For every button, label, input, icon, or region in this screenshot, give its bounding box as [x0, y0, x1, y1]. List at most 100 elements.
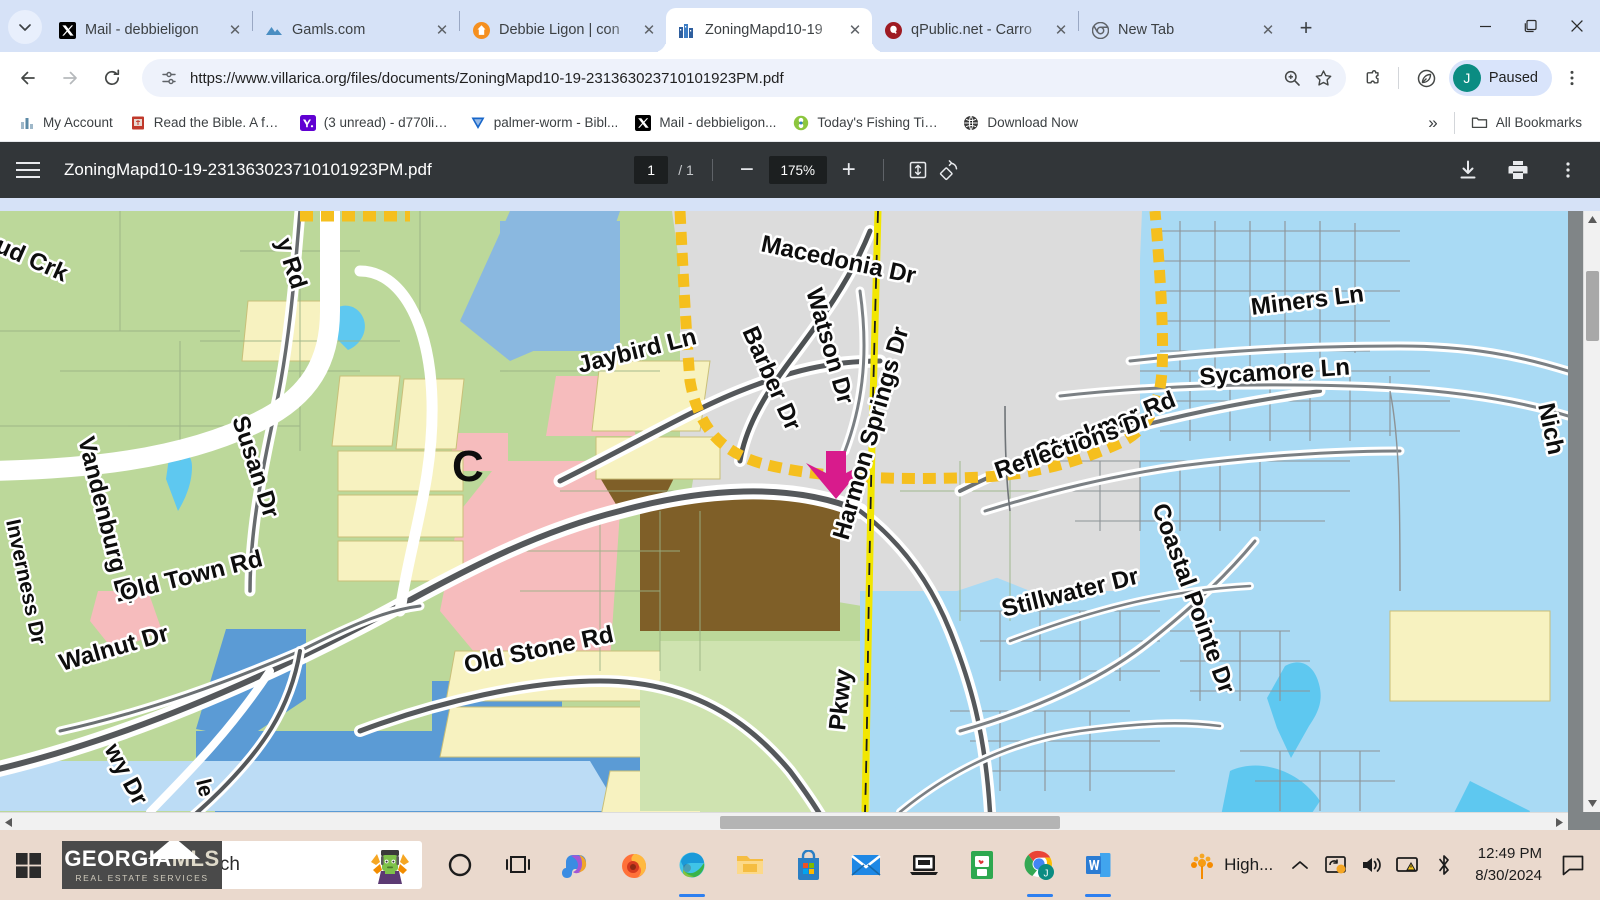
minimize-button[interactable]	[1462, 5, 1508, 47]
edge-icon	[679, 852, 705, 878]
taskbar-item-edge[interactable]	[664, 830, 720, 900]
close-window-button[interactable]	[1554, 5, 1600, 47]
tab-search-button[interactable]	[8, 10, 42, 44]
laptop-icon	[910, 855, 938, 875]
bookmark-my-account[interactable]: My Account	[10, 109, 121, 137]
bookmark-todays-fishing-times[interactable]: Today's Fishing Tim...	[784, 109, 954, 137]
profile-button[interactable]: J Paused	[1448, 60, 1552, 96]
tab-zoning-map[interactable]: ZoningMapd10-19 ✕	[666, 8, 872, 52]
pdf-horizontal-scrollbar[interactable]	[0, 812, 1568, 830]
bookmarks-overflow-button[interactable]: »	[1420, 109, 1445, 137]
fit-to-page-icon[interactable]	[902, 154, 934, 186]
reload-button[interactable]	[94, 60, 130, 96]
zoom-magnifier-icon[interactable]	[1276, 62, 1308, 94]
extensions-puzzle-icon[interactable]	[1354, 60, 1390, 96]
bookmark-yahoo-mail[interactable]: (3 unread) - d770lig...	[291, 109, 461, 137]
all-bookmarks-button[interactable]: All Bookmarks	[1463, 109, 1590, 137]
horizontal-scroll-thumb[interactable]	[720, 816, 1060, 829]
scroll-left-arrow[interactable]	[0, 813, 17, 830]
tab-mail[interactable]: Mail - debbieligon ✕	[46, 8, 252, 52]
svg-text:J: J	[1044, 869, 1049, 880]
taskbar-item-file-explorer[interactable]	[722, 830, 778, 900]
vertical-scroll-thumb[interactable]	[1586, 271, 1599, 341]
bookmark-read-the-bible[interactable]: Read the Bible. A fre...	[121, 109, 291, 137]
pdf-right-controls	[1452, 154, 1584, 186]
taskbar-item-task-view[interactable]	[490, 830, 546, 900]
chrome-menu-button[interactable]	[1554, 60, 1590, 96]
download-icon[interactable]	[1452, 154, 1484, 186]
zoom-level-input[interactable]: 175%	[768, 156, 827, 184]
new-tab-button[interactable]: +	[1291, 13, 1321, 43]
bookmark-mail-debbieligon[interactable]: Mail - debbieligon...	[626, 109, 784, 137]
taskbar-clock[interactable]: 12:49 PM 8/30/2024	[1463, 843, 1554, 887]
bookmark-download-now[interactable]: Download Now	[954, 109, 1086, 137]
taskbar-item-cortana[interactable]	[432, 830, 488, 900]
tab-close-button[interactable]: ✕	[844, 19, 866, 41]
taskbar-item-microsoft-store[interactable]	[780, 830, 836, 900]
back-button[interactable]	[10, 60, 46, 96]
tray-display-warning[interactable]	[1391, 830, 1425, 900]
tab-close-button[interactable]: ✕	[431, 19, 453, 41]
tray-expand-button[interactable]	[1283, 830, 1317, 900]
memory-saver-leaf-icon[interactable]	[1409, 60, 1445, 96]
windows-start-icon	[16, 853, 41, 878]
pdf-page-viewport[interactable]: C ud Crk y Rd Susan Dr Vandenburg Dr Inv…	[0, 211, 1600, 830]
tab-title: Mail - debbieligon	[85, 22, 199, 38]
taskbar-item-solitaire[interactable]	[954, 830, 1010, 900]
taskbar-item-word[interactable]	[1070, 830, 1126, 900]
taskbar-item-highlight[interactable]: High...	[1180, 850, 1281, 880]
bookmark-label: palmer-worm - Bibl...	[493, 115, 619, 130]
tab-close-button[interactable]: ✕	[638, 19, 660, 41]
tab-new-tab[interactable]: New Tab ✕	[1079, 8, 1285, 52]
file-explorer-icon	[737, 856, 763, 874]
zoom-in-button[interactable]: +	[833, 154, 865, 186]
bookmark-palmer-worm[interactable]: palmer-worm - Bibl...	[461, 109, 627, 137]
taskbar-search-input[interactable]: Type here to search	[62, 841, 422, 889]
bookmark-label: Download Now	[987, 115, 1079, 130]
tray-bluetooth[interactable]	[1427, 830, 1461, 900]
volume-icon	[1363, 858, 1382, 872]
yahoo-mail-icon	[299, 114, 317, 132]
fishing-icon	[792, 114, 810, 132]
bookmark-label: Mail - debbieligon...	[659, 115, 777, 130]
hamburger-menu-icon[interactable]	[16, 153, 50, 187]
folder-icon	[1471, 114, 1489, 132]
scroll-right-arrow[interactable]	[1551, 813, 1568, 830]
taskbar-item-firefox[interactable]	[606, 830, 662, 900]
taskbar-item-chrome[interactable]: J	[1012, 830, 1068, 900]
maximize-restore-button[interactable]	[1508, 5, 1554, 47]
rotate-icon[interactable]	[934, 154, 966, 186]
zoning-map-image[interactable]: C ud Crk y Rd Susan Dr Vandenburg Dr Inv…	[0, 211, 1568, 812]
tune-site-settings-icon[interactable]	[156, 65, 182, 91]
tab-gamls[interactable]: Gamls.com ✕	[253, 8, 459, 52]
tab-qpublic[interactable]: qPublic.net - Carro ✕	[872, 8, 1078, 52]
tray-volume[interactable]	[1355, 830, 1389, 900]
print-icon[interactable]	[1502, 154, 1534, 186]
zoom-out-button[interactable]: −	[731, 154, 763, 186]
taskbar-item-mail[interactable]	[838, 830, 894, 900]
windows-taskbar: Type here to search	[0, 830, 1600, 900]
taskbar-item-copilot[interactable]	[548, 830, 604, 900]
address-bar[interactable]: https://www.villarica.org/files/document…	[142, 59, 1346, 97]
tab-close-button[interactable]: ✕	[1257, 19, 1279, 41]
microsoft-store-icon	[797, 850, 819, 880]
url-text[interactable]: https://www.villarica.org/files/document…	[190, 70, 1276, 87]
start-button[interactable]	[0, 830, 58, 900]
avatar: J	[1452, 64, 1481, 92]
action-center-button[interactable]	[1556, 830, 1590, 900]
bookmark-star-icon[interactable]	[1308, 62, 1340, 94]
bookmarks-overflow: » All Bookmarks	[1420, 109, 1590, 137]
tab-close-button[interactable]: ✕	[1050, 19, 1072, 41]
scroll-up-arrow[interactable]	[1584, 211, 1600, 228]
page-number-input[interactable]: 1	[634, 156, 669, 184]
bluetooth-icon	[1439, 855, 1450, 875]
tab-close-button[interactable]: ✕	[224, 19, 246, 41]
tab-title: Gamls.com	[292, 22, 366, 38]
tab-debbie-ligon[interactable]: Debbie Ligon | con ✕	[460, 8, 666, 52]
taskbar-item-remote-desktop[interactable]	[896, 830, 952, 900]
tray-onedrive[interactable]	[1319, 830, 1353, 900]
pdf-more-menu-icon[interactable]	[1552, 154, 1584, 186]
scroll-down-arrow[interactable]	[1584, 795, 1600, 812]
pdf-vertical-scrollbar[interactable]	[1583, 211, 1600, 812]
forward-button[interactable]	[52, 60, 88, 96]
